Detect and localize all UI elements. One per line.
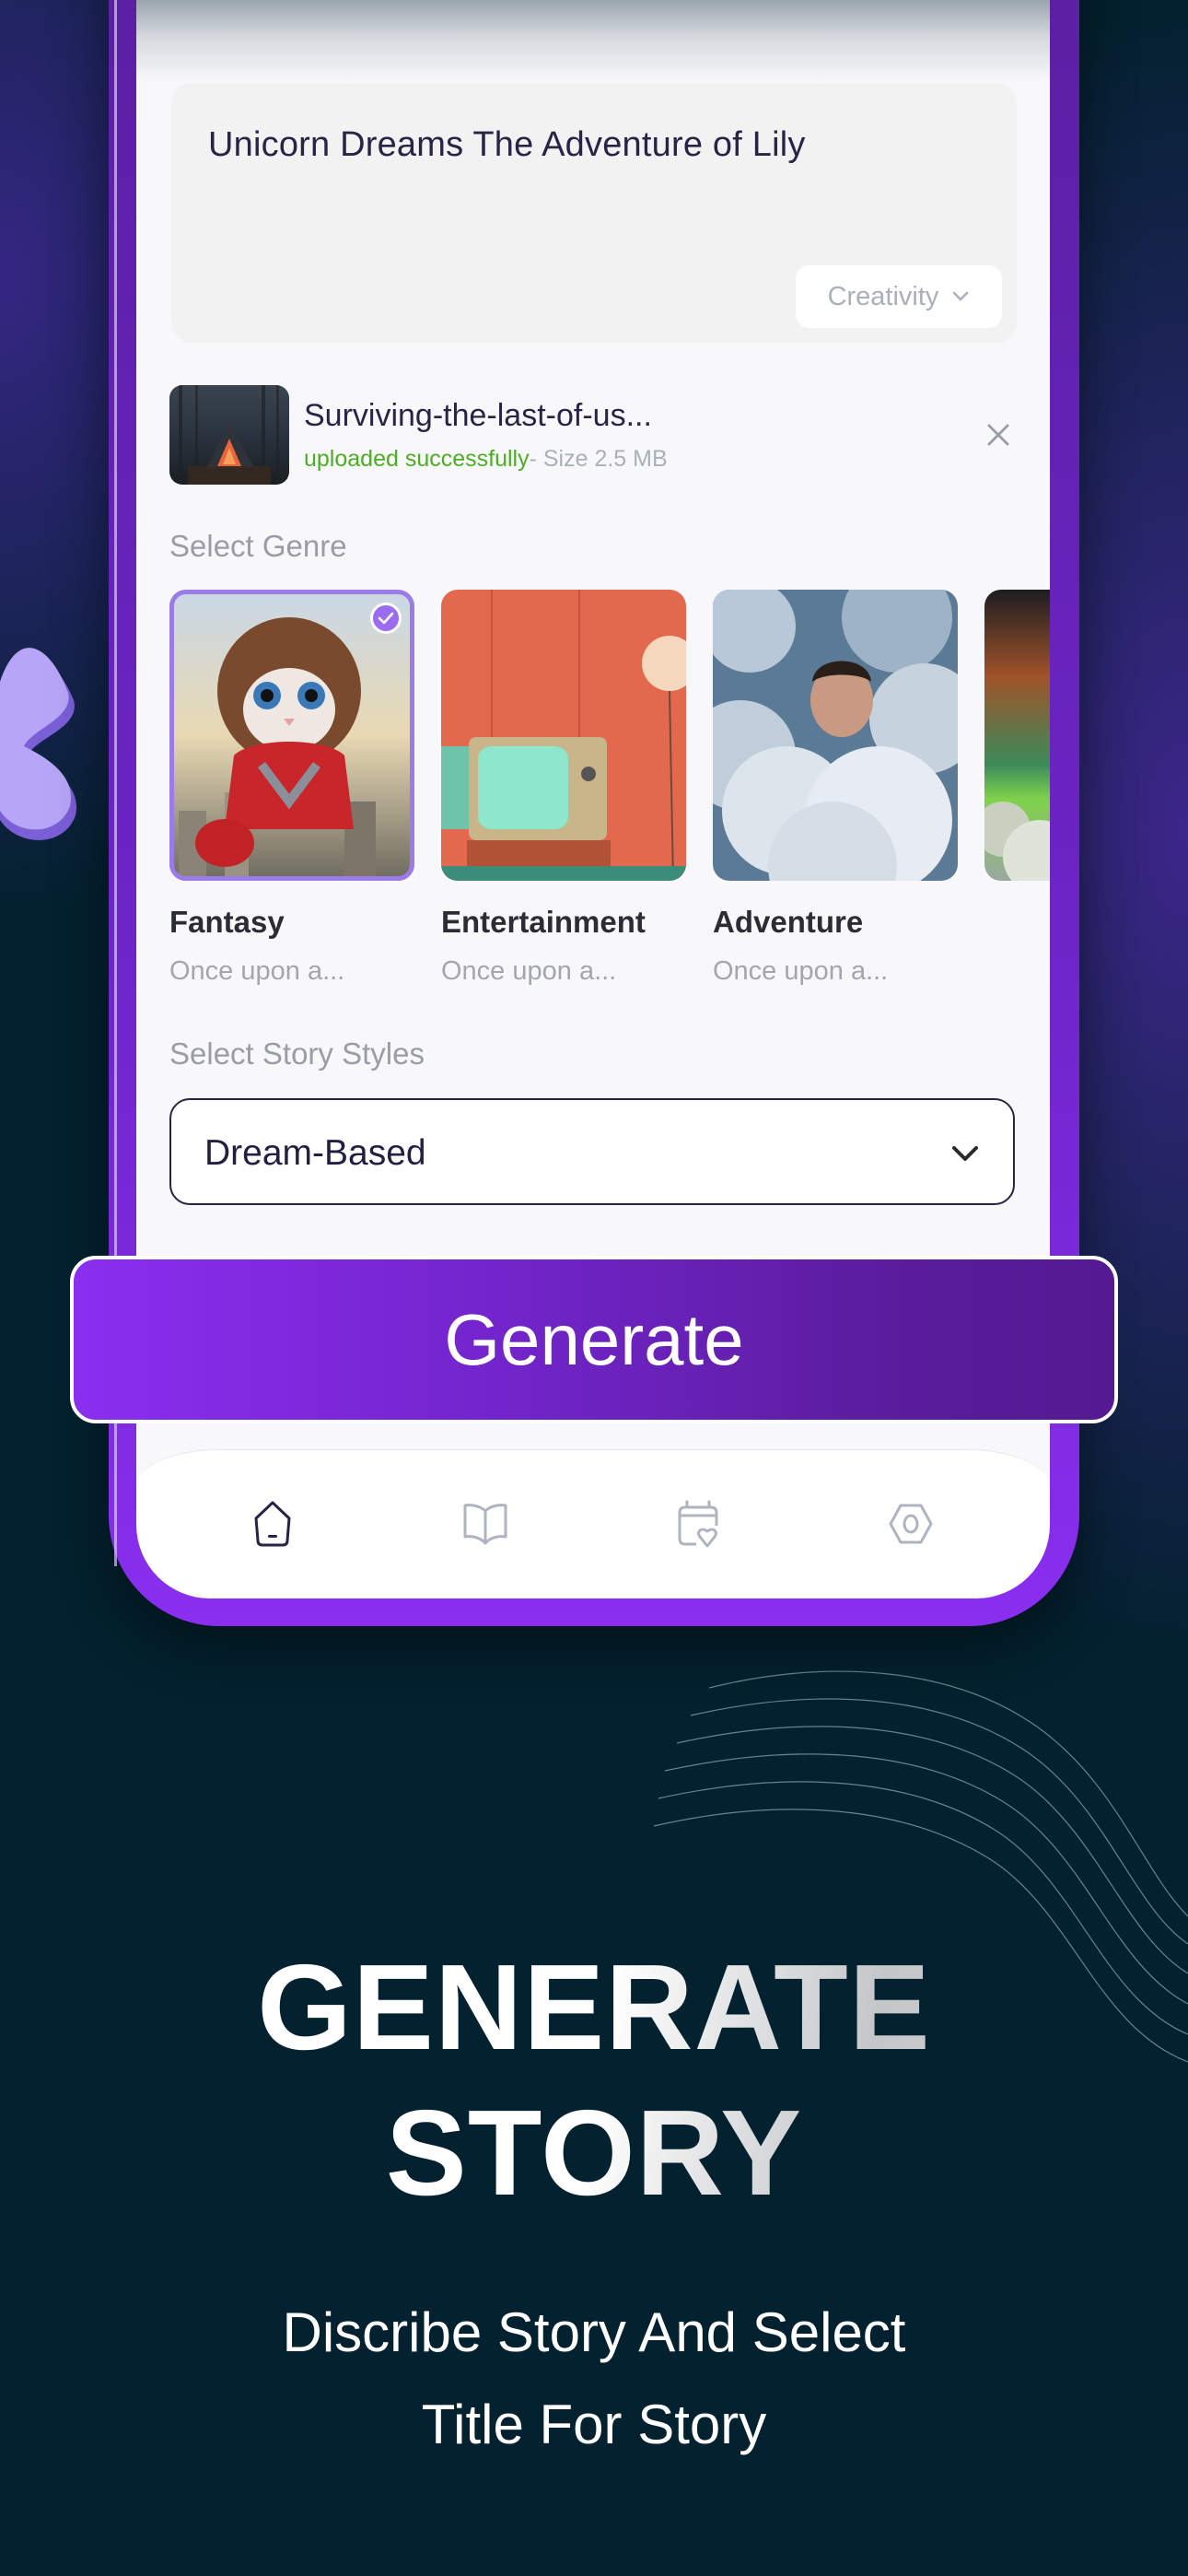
nav-favorites[interactable] — [670, 1496, 726, 1551]
settings-icon — [889, 1504, 933, 1544]
headline-line-2: STORY — [385, 2085, 803, 2220]
genre-title: Fantasy — [169, 905, 285, 939]
select-genre-label: Select Genre — [169, 529, 347, 563]
story-style-dropdown[interactable]: Dream-Based — [169, 1098, 1015, 1205]
status-area — [136, 0, 1050, 83]
book-icon — [463, 1504, 507, 1545]
chevron-down-icon — [953, 291, 969, 301]
calendar-heart-icon — [678, 1500, 718, 1548]
chevron-down-icon — [952, 1146, 978, 1161]
generate-button[interactable]: Generate — [70, 1256, 1118, 1423]
nav-library[interactable] — [458, 1496, 513, 1551]
genre-card-adventure[interactable]: Adventure Once upon a... — [713, 590, 958, 987]
uploaded-file-name: Surviving-the-last-of-us... — [304, 398, 652, 433]
story-prompt-input[interactable]: Unicorn Dreams The Adventure of Lily Cre… — [171, 83, 1017, 343]
bottom-navigation — [136, 1449, 1050, 1598]
genre-card-fantasy[interactable]: Fantasy Once upon a... — [169, 590, 414, 987]
uploaded-file-row: Surviving-the-last-of-us... uploaded suc… — [169, 385, 1017, 485]
genre-desc: Once upon a... — [713, 956, 889, 986]
prompt-text[interactable]: Unicorn Dreams The Adventure of Lily — [208, 125, 806, 165]
genre-image-fantasy — [169, 590, 414, 881]
genre-card-partial[interactable] — [984, 590, 1050, 881]
headline-line-1: GENERATE — [257, 1939, 931, 2075]
genre-title: Entertainment — [441, 905, 646, 939]
upload-status: uploaded successfully- Size 2.5 MB — [304, 446, 668, 473]
upload-success-text: uploaded successfully — [304, 446, 530, 472]
genre-image-partial — [984, 590, 1050, 881]
selected-check-icon — [370, 603, 402, 634]
creativity-dropdown[interactable]: Creativity — [796, 265, 1002, 328]
decorative-petal-shape — [0, 648, 77, 840]
story-style-value: Dream-Based — [204, 1133, 426, 1173]
subtitle-line-1: Discribe Story And Select — [282, 2301, 906, 2363]
genre-desc: Once upon a... — [169, 956, 345, 986]
promo-headline: GENERATE STORY — [0, 1935, 1188, 2226]
genre-title: Adventure — [713, 905, 864, 939]
file-size-text: - Size 2.5 MB — [529, 446, 668, 472]
uploaded-file-thumbnail — [169, 385, 289, 485]
genre-desc: Once upon a... — [441, 956, 617, 986]
genre-image-adventure — [713, 590, 958, 881]
select-story-styles-label: Select Story Styles — [169, 1036, 425, 1071]
subtitle-line-2: Title For Story — [421, 2394, 767, 2455]
genre-carousel[interactable]: Fantasy Once upon a... Entertainment Onc… — [169, 590, 1050, 995]
close-icon[interactable] — [980, 416, 1017, 453]
home-icon — [254, 1501, 291, 1547]
genre-card-entertainment[interactable]: Entertainment Once upon a... — [441, 590, 686, 987]
promo-subtitle: Discribe Story And Select Title For Stor… — [0, 2287, 1188, 2471]
nav-home[interactable] — [245, 1496, 300, 1551]
nav-settings[interactable] — [883, 1496, 938, 1551]
creativity-label: Creativity — [827, 281, 939, 311]
genre-image-entertainment — [441, 590, 686, 881]
